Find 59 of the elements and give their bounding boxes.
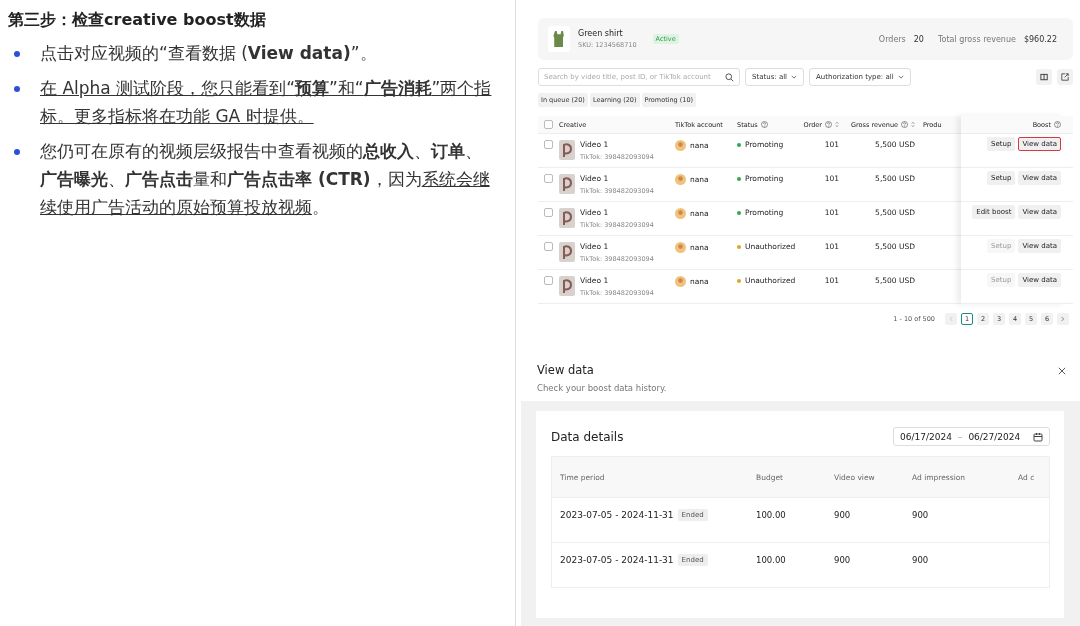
video-thumbnail	[559, 140, 575, 160]
next-page-button[interactable]	[1057, 313, 1069, 325]
checkbox[interactable]	[544, 208, 553, 217]
close-icon	[1058, 367, 1066, 375]
export-button[interactable]	[1057, 69, 1073, 85]
bullet-text: 您仍可在原有的视频层级报告中查看视频的总收入、订单、广告曝光、广告点击量和广告点击率 (CTR)，因为系统会继续使用广告活动的原始预算投放视频。	[40, 140, 491, 219]
tank-top-icon	[548, 26, 570, 52]
video-thumbnail	[559, 208, 575, 228]
avatar-icon	[675, 174, 686, 185]
help-icon	[760, 121, 768, 128]
table-cell-text: 900	[912, 510, 930, 520]
orders-value: 20	[913, 34, 924, 44]
columns-button[interactable]	[1036, 69, 1052, 85]
bullet-icon	[14, 51, 20, 57]
video-thumbnail	[559, 242, 575, 262]
help-icon	[901, 121, 908, 128]
date-range-field[interactable]: 06/17/2024 – 06/27/2024	[893, 427, 1050, 446]
table-cell-text: 100.00	[756, 555, 787, 565]
table-cell-text: 900	[912, 555, 930, 565]
export-icon	[1061, 73, 1069, 81]
orders-label: Orders	[878, 34, 906, 44]
avatar-icon	[675, 242, 686, 253]
bullet-text: 在 Alpha 测试阶段，您只能看到“预算”和“广告消耗”两个指标。更多指标将在功能 GA 时提供。	[40, 77, 493, 128]
avatar-icon	[675, 208, 686, 219]
table-cell-text: 100.00	[756, 510, 787, 520]
modal-title: View data	[537, 363, 595, 377]
chevron-right-icon	[1061, 316, 1065, 322]
checkbox[interactable]	[544, 140, 553, 149]
caret-icon	[897, 75, 904, 79]
sort-icon	[911, 121, 915, 128]
revenue-value: $960.22	[1023, 34, 1057, 44]
help-icon	[825, 121, 832, 128]
checkbox[interactable]	[544, 174, 553, 183]
sort-icon	[835, 121, 839, 128]
modal-subtitle: Check your boost data history.	[537, 383, 667, 393]
revenue-label: Total gross revenue	[937, 34, 1016, 44]
previous-page-button[interactable]	[945, 313, 957, 325]
checkbox[interactable]	[544, 120, 553, 129]
video-thumbnail	[559, 276, 575, 296]
checkbox[interactable]	[544, 276, 553, 285]
time-period: 2023-07-05 - 2024-11-31	[560, 555, 674, 565]
section-title: Data details	[551, 429, 624, 444]
calendar-icon	[1033, 431, 1043, 442]
bullet-text: 点击对应视频的“查看数据 (View data)”。	[40, 42, 378, 65]
search-icon	[725, 72, 734, 82]
time-period: 2023-07-05 - 2024-11-31	[560, 510, 674, 520]
product-name: Green shirt	[578, 29, 624, 38]
avatar-icon	[675, 276, 686, 287]
video-thumbnail	[559, 174, 575, 194]
bullet-icon	[14, 149, 20, 155]
caret-icon	[791, 75, 798, 79]
bullet-icon	[14, 86, 20, 92]
columns-icon	[1039, 72, 1049, 82]
checkbox[interactable]	[544, 242, 553, 251]
table-cell-text: 900	[834, 555, 852, 565]
help-icon	[1054, 121, 1061, 128]
section-heading: 第三步：检查creative boost数据	[8, 10, 267, 31]
avatar-icon	[675, 140, 686, 151]
table-cell-text: 900	[834, 510, 852, 520]
